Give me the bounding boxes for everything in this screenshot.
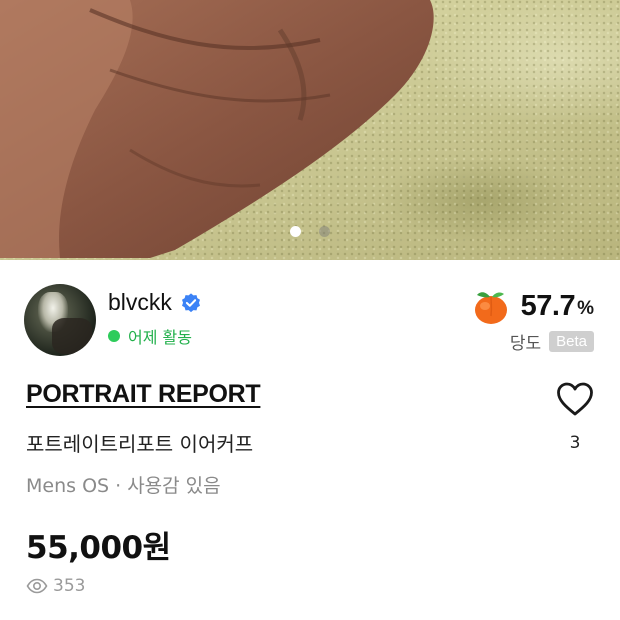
product-price: 55,000원	[26, 530, 171, 566]
seller-activity-status: 어제 활동	[108, 324, 192, 348]
beta-badge: Beta	[549, 331, 594, 352]
sweetness-label: 당도	[509, 334, 542, 354]
seller-name-text[interactable]: blvckk	[108, 289, 172, 316]
activity-text: 어제 활동	[128, 328, 192, 347]
sweetness-label-row: 당도 Beta	[510, 329, 594, 354]
heart-icon[interactable]	[556, 381, 594, 417]
avatar-shadow	[52, 318, 92, 354]
like-count: 3	[569, 433, 581, 453]
brand-link[interactable]: PORTRAIT REPORT	[26, 380, 261, 409]
sweetness-score[interactable]: 57.7 %	[471, 286, 594, 326]
sweetness-unit: %	[577, 298, 594, 319]
seller-name[interactable]: blvckk	[108, 289, 202, 316]
eye-icon	[26, 578, 48, 594]
carousel-indicator	[0, 221, 620, 237]
view-count: 353	[26, 576, 85, 596]
product-title: 포트레이트리포트 이어커프	[26, 432, 254, 456]
verified-badge-icon	[181, 292, 200, 312]
activity-dot-icon	[108, 330, 120, 342]
peach-icon	[474, 292, 507, 324]
seller-avatar[interactable]	[24, 284, 96, 356]
sweetness-value: 57.7	[520, 289, 576, 322]
product-meta: Mens OS · 사용감 있음	[26, 475, 221, 497]
product-photo[interactable]	[0, 0, 620, 260]
view-count-value: 353	[53, 576, 86, 596]
carousel-dot[interactable]	[318, 226, 330, 237]
